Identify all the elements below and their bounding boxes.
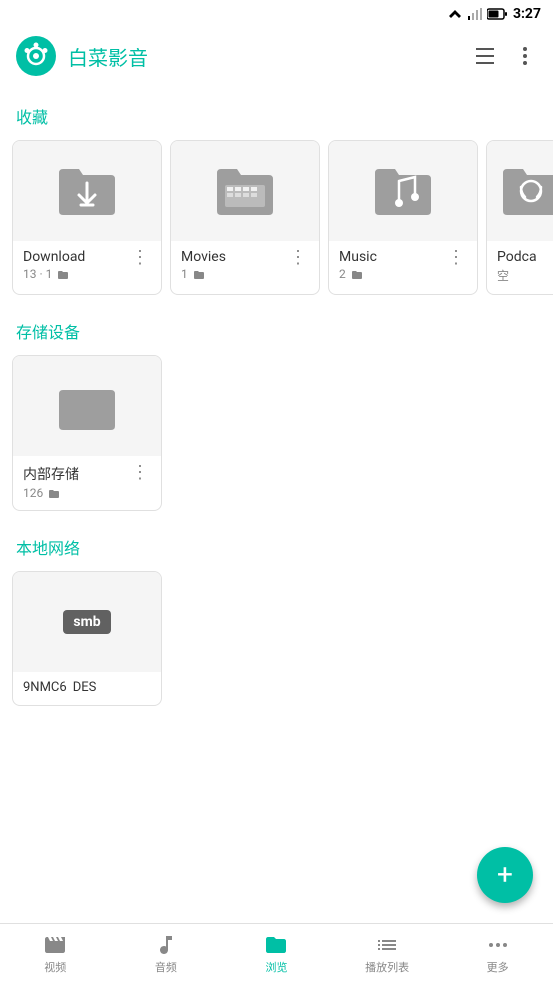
nav-item-video[interactable]: 视频 [0, 924, 111, 983]
folder-name-download: Download [23, 249, 85, 265]
storage-menu[interactable]: ⋮ [129, 464, 151, 482]
folder-meta-movies: 1 [181, 267, 226, 281]
folder-icon-area-music [329, 141, 477, 241]
status-time: 3:27 [513, 6, 541, 22]
top-bar: 白菜影音 [0, 28, 553, 84]
folder-count-icon3 [351, 269, 363, 281]
folder-card-movies[interactable]: Movies 1 ⋮ [170, 140, 320, 295]
folder-count-icon [57, 269, 69, 281]
smb-info: 9NMC6 DES [13, 672, 161, 705]
folder-name-podcast: Podca [497, 249, 537, 265]
download-folder-icon [55, 159, 119, 223]
folder-details-download: Download 13 · 1 [23, 249, 85, 281]
folder-menu-podcast[interactable]: ⋮ [543, 249, 553, 267]
storage-meta: 126 [23, 486, 79, 500]
nav-label-browse: 浏览 [265, 959, 287, 975]
folder-icon-area-movies [171, 141, 319, 241]
folder-card-podcast[interactable]: Podca 空 ⋮ [486, 140, 553, 295]
favorites-title: 收藏 [0, 92, 553, 136]
status-bar: 3:27 [0, 0, 553, 28]
folder-details-music: Music 2 [339, 249, 377, 281]
smb-name: 9NMC6 [23, 680, 67, 695]
folder-info-music: Music 2 ⋮ [329, 241, 477, 291]
folder-details-podcast: Podca 空 [497, 249, 537, 284]
folder-card-music[interactable]: Music 2 ⋮ [328, 140, 478, 295]
app-logo [16, 36, 56, 76]
smb-card[interactable]: smb 9NMC6 DES [12, 571, 162, 706]
nav-item-browse[interactable]: 浏览 [221, 924, 332, 983]
list-view-icon[interactable] [473, 44, 497, 68]
movies-folder-icon [213, 159, 277, 223]
storage-title: 存储设备 [0, 307, 553, 351]
playlist-nav-icon [375, 933, 399, 957]
browse-nav-icon [264, 933, 288, 957]
folder-info-download: Download 13 · 1 ⋮ [13, 241, 161, 291]
folder-card-download[interactable]: Download 13 · 1 ⋮ [12, 140, 162, 295]
nav-label-playlist: 播放列表 [365, 959, 409, 975]
nav-item-audio[interactable]: 音频 [111, 924, 222, 983]
top-actions [473, 44, 537, 68]
storage-count-icon [48, 488, 60, 500]
storage-card-internal[interactable]: 内部存储 126 ⋮ [12, 355, 162, 511]
nav-label-audio: 音频 [155, 959, 177, 975]
add-icon: + [497, 861, 513, 889]
nav-label-more: 更多 [487, 959, 509, 975]
signal-icon [467, 8, 483, 20]
smb-tag: DES [73, 680, 97, 695]
folder-meta-music: 2 [339, 267, 377, 281]
app-title: 白菜影音 [68, 42, 461, 71]
storage-info: 内部存储 126 ⋮ [13, 456, 161, 510]
network-title: 本地网络 [0, 523, 553, 567]
folder-name-movies: Movies [181, 249, 226, 265]
folder-menu-music[interactable]: ⋮ [445, 249, 467, 267]
storage-name: 内部存储 [23, 464, 79, 484]
main-content: 收藏 Download 13 · 1 ⋮ [0, 84, 553, 923]
folder-info-podcast: Podca 空 ⋮ [487, 241, 553, 294]
nav-label-video: 视频 [44, 959, 66, 975]
podcast-folder-icon [499, 159, 553, 223]
folder-meta-download: 13 · 1 [23, 267, 85, 281]
storage-grid: 内部存储 126 ⋮ [0, 351, 553, 523]
wifi-icon [447, 8, 463, 20]
storage-details: 内部存储 126 [23, 464, 79, 500]
folder-count-icon2 [193, 269, 205, 281]
folder-info-movies: Movies 1 ⋮ [171, 241, 319, 291]
favorites-grid: Download 13 · 1 ⋮ [0, 136, 553, 307]
status-icons [447, 8, 507, 20]
folder-menu-download[interactable]: ⋮ [129, 249, 151, 267]
smb-icon-area: smb [13, 572, 161, 672]
folder-icon-area-podcast [487, 141, 553, 241]
video-nav-icon [43, 933, 67, 957]
storage-folder-icon [55, 374, 119, 438]
nav-item-more[interactable]: 更多 [442, 924, 553, 983]
add-fab[interactable]: + [477, 847, 533, 903]
network-grid: smb 9NMC6 DES [0, 567, 553, 718]
folder-name-music: Music [339, 249, 377, 265]
music-folder-icon [371, 159, 435, 223]
storage-icon-area [13, 356, 161, 456]
audio-nav-icon [154, 933, 178, 957]
more-vertical-icon[interactable] [513, 44, 537, 68]
folder-meta-podcast: 空 [497, 267, 537, 284]
nav-item-playlist[interactable]: 播放列表 [332, 924, 443, 983]
bottom-nav: 视频 音频 浏览 播放列表 更多 [0, 923, 553, 983]
battery-icon [487, 8, 507, 20]
more-nav-icon [486, 933, 510, 957]
folder-menu-movies[interactable]: ⋮ [287, 249, 309, 267]
smb-badge: smb [63, 610, 110, 634]
folder-details-movies: Movies 1 [181, 249, 226, 281]
folder-icon-area-download [13, 141, 161, 241]
